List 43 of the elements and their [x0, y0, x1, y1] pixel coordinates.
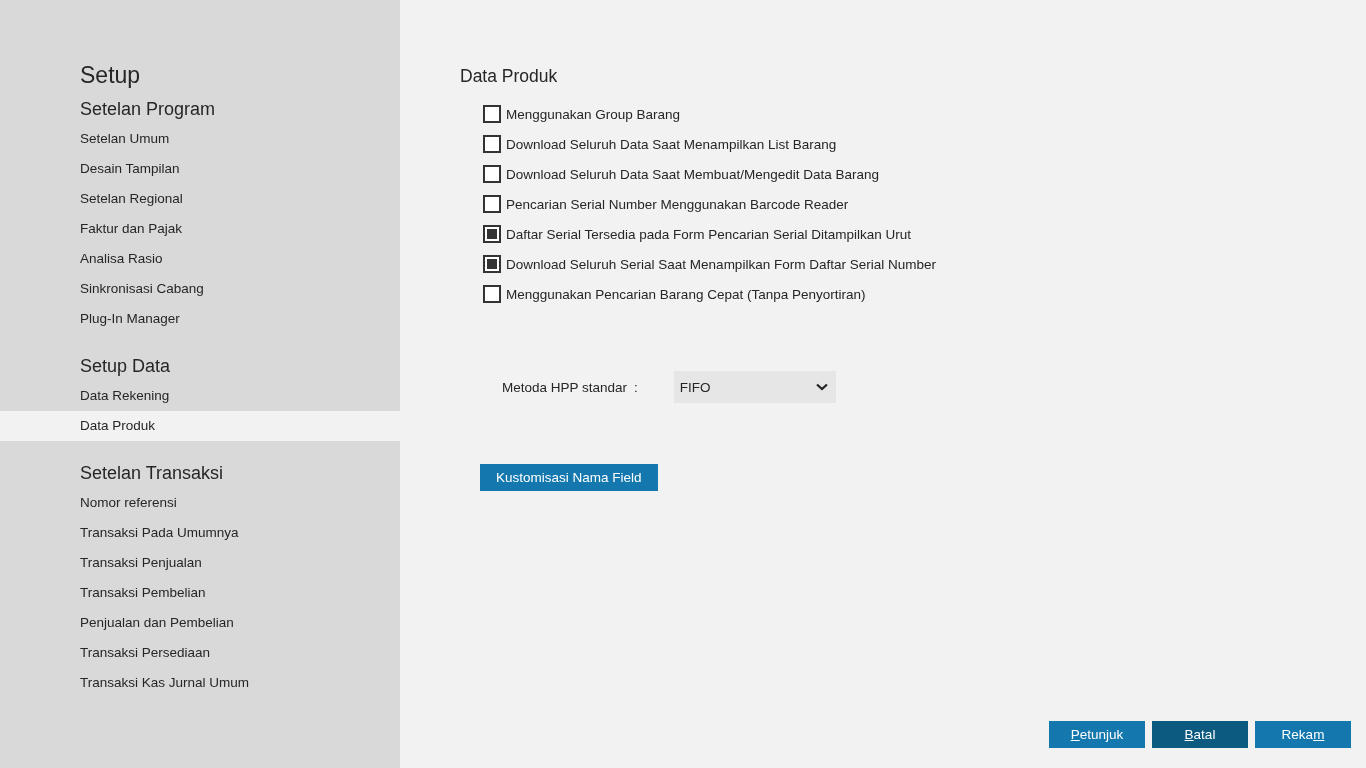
section-heading: Setup Data: [80, 356, 171, 377]
checkbox[interactable]: [483, 165, 501, 183]
checkbox-label: Pencarian Serial Number Menggunakan Barcode Reader: [506, 196, 849, 212]
footer-button[interactable]: Rekam: [1255, 721, 1351, 748]
label-colon: :: [634, 379, 638, 395]
hpp-method-dropdown[interactable]: FIFO: [673, 371, 836, 403]
checkbox[interactable]: [483, 255, 501, 273]
sidebar-item[interactable]: Faktur dan Pajak: [0, 214, 400, 244]
sidebar-item[interactable]: Data Produk: [0, 411, 400, 441]
sidebar-item[interactable]: Transaksi Pembelian: [0, 578, 400, 608]
checkbox[interactable]: [483, 225, 501, 243]
sidebar-title: Setup: [80, 62, 141, 89]
sidebar-item[interactable]: Analisa Rasio: [0, 244, 400, 274]
checkbox[interactable]: [483, 135, 501, 153]
checkbox-label: Menggunakan Group Barang: [506, 106, 681, 122]
sidebar-item[interactable]: Setelan Regional: [0, 184, 400, 214]
sidebar-item[interactable]: Setelan Umum: [0, 124, 400, 154]
checkbox[interactable]: [483, 195, 501, 213]
checkbox-label: Download Seluruh Data Saat Menampilkan List Barang: [506, 136, 837, 152]
sidebar-item[interactable]: Plug-In Manager: [0, 304, 400, 334]
sidebar-item[interactable]: Transaksi Penjualan: [0, 548, 400, 578]
footer-button[interactable]: Batal: [1152, 721, 1248, 748]
sidebar-item[interactable]: Nomor referensi: [0, 488, 400, 518]
page-title: Data Produk: [460, 66, 558, 87]
checkbox[interactable]: [483, 285, 501, 303]
checkbox-label: Download Seluruh Serial Saat Menampilkan Form Daftar Serial Number: [506, 256, 936, 272]
customize-field-names-button[interactable]: Kustomisasi Nama Field: [480, 464, 658, 491]
section-heading: Setelan Transaksi: [80, 463, 224, 484]
sidebar-item[interactable]: Data Rekening: [0, 381, 400, 411]
checkbox-label: Menggunakan Pencarian Barang Cepat (Tanpa Penyortiran): [506, 286, 866, 302]
sidebar-item[interactable]: Desain Tampilan: [0, 154, 400, 184]
checkbox[interactable]: [483, 105, 501, 123]
sidebar-item[interactable]: Transaksi Pada Umumnya: [0, 518, 400, 548]
chevron-down-icon: [815, 383, 828, 391]
section-heading: Setelan Program: [80, 99, 216, 120]
checkbox-label: Download Seluruh Data Saat Membuat/Mengedit Data Barang: [506, 166, 879, 182]
sidebar-item[interactable]: Penjualan dan Pembelian: [0, 608, 400, 638]
footer-button[interactable]: Petunjuk: [1049, 721, 1145, 748]
sidebar-item[interactable]: Sinkronisasi Cabang: [0, 274, 400, 304]
field-label: Metoda HPP standar: [502, 379, 628, 395]
sidebar-item[interactable]: Transaksi Persediaan: [0, 638, 400, 668]
sidebar-item[interactable]: Transaksi Kas Jurnal Umum: [0, 668, 400, 698]
checkbox-label: Daftar Serial Tersedia pada Form Pencarian Serial Ditampilkan Urut: [506, 226, 911, 242]
